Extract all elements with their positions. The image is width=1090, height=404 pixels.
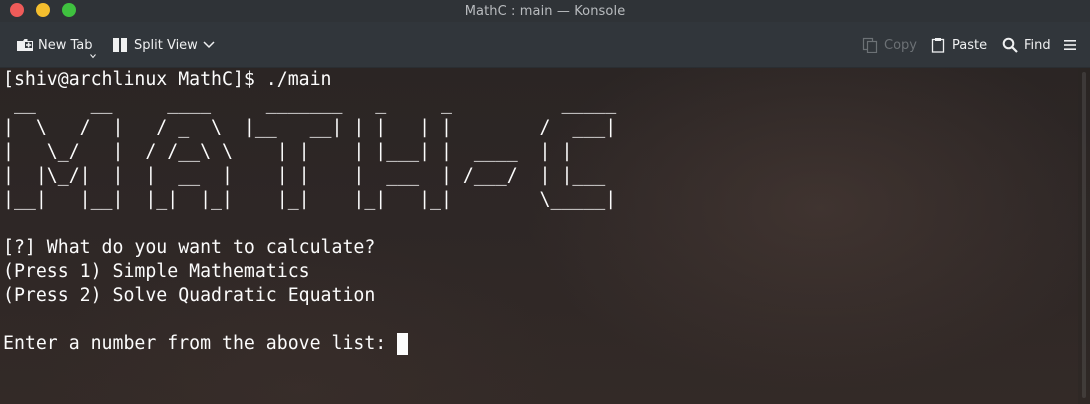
input-prompt: Enter a number from the above list: bbox=[3, 333, 398, 354]
question-line: [?] What do you want to calculate? bbox=[3, 237, 376, 258]
paste-button[interactable]: Paste bbox=[926, 30, 991, 60]
new-tab-dropdown-arrow-icon[interactable] bbox=[90, 53, 96, 59]
ascii-art-line: | \ / | / _ \ |__ __| | | | | / ___| bbox=[3, 117, 617, 138]
new-tab-icon bbox=[16, 37, 33, 53]
close-window-button[interactable] bbox=[10, 3, 24, 17]
split-view-label: Split View bbox=[134, 37, 198, 53]
ascii-art-line: | \_/ | / /__\ \ | | | |___| | ____ | | bbox=[3, 141, 573, 162]
chevron-down-icon[interactable] bbox=[200, 35, 218, 53]
prompt-line: [shiv@archlinux MathC]$ ./main bbox=[3, 69, 332, 90]
konsole-window: MathC : main — Konsole New Tab Split Vie… bbox=[0, 0, 1090, 404]
copy-icon bbox=[862, 37, 878, 54]
terminal-scrollbar[interactable] bbox=[1078, 68, 1090, 404]
scrollbar-handle[interactable] bbox=[1082, 72, 1086, 398]
ascii-art-line: | |\_/| | | __ | | | | ___ | /___/ | |__… bbox=[3, 165, 606, 186]
find-button[interactable]: Find bbox=[998, 30, 1055, 60]
paste-icon bbox=[930, 37, 946, 53]
new-tab-button[interactable]: New Tab bbox=[12, 30, 97, 60]
split-view-icon bbox=[112, 37, 128, 53]
terminal-view[interactable]: [shiv@archlinux MathC]$ ./main __ __ ___… bbox=[0, 68, 1090, 404]
maximize-window-button[interactable] bbox=[62, 3, 76, 17]
menu-option-2: (Press 2) Solve Quadratic Equation bbox=[3, 285, 376, 306]
ascii-art-line: |__| |__| |_| |_| |_| |_| |_| \_____| bbox=[3, 189, 617, 210]
title-bar[interactable]: MathC : main — Konsole bbox=[0, 0, 1090, 22]
ascii-art-line: __ __ ____ _______ _ _ _____ bbox=[3, 93, 617, 114]
copy-button[interactable]: Copy bbox=[858, 30, 921, 60]
minimize-window-button[interactable] bbox=[36, 3, 50, 17]
find-label: Find bbox=[1024, 37, 1051, 53]
input-line[interactable]: Enter a number from the above list: bbox=[3, 332, 616, 356]
terminal-output: [shiv@archlinux MathC]$ ./main __ __ ___… bbox=[3, 68, 616, 356]
paste-label: Paste bbox=[952, 37, 988, 53]
text-cursor bbox=[397, 333, 409, 355]
copy-label: Copy bbox=[884, 37, 917, 53]
menu-option-1: (Press 1) Simple Mathematics bbox=[3, 261, 310, 282]
new-tab-label: New Tab bbox=[38, 37, 93, 53]
window-title: MathC : main — Konsole bbox=[464, 3, 626, 19]
split-view-button[interactable]: Split View bbox=[108, 30, 202, 60]
hamburger-menu-icon[interactable] bbox=[1062, 38, 1078, 52]
search-icon bbox=[1002, 37, 1018, 53]
toolbar: New Tab Split View Copy Paste Find bbox=[0, 22, 1090, 68]
